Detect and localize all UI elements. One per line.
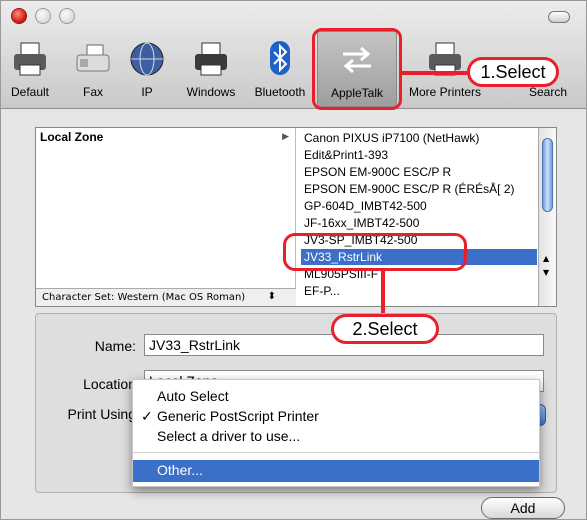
scroll-down-icon[interactable]: ▼ bbox=[543, 268, 549, 277]
bluetooth-icon bbox=[270, 41, 290, 75]
menu-item-label: Auto Select bbox=[157, 388, 229, 404]
print-using-label: Print Using bbox=[67, 406, 136, 422]
menu-item-auto-select[interactable]: Auto Select bbox=[133, 386, 539, 406]
annotation-ring-printer bbox=[283, 233, 467, 271]
printer-icon bbox=[14, 42, 46, 76]
toolbar-toggle-button[interactable] bbox=[548, 11, 570, 23]
add-button[interactable]: Add bbox=[481, 497, 565, 519]
annotation-step2: 2.Select bbox=[331, 314, 439, 344]
toolbar-bluetooth[interactable]: Bluetooth bbox=[247, 39, 313, 105]
zone-item[interactable]: Local Zone bbox=[40, 130, 103, 144]
printer-item[interactable]: Canon PIXUS iP7100 (NetHawk) bbox=[301, 130, 537, 146]
updown-icon: ⬍ bbox=[267, 291, 276, 302]
menu-item-select-driver[interactable]: Select a driver to use... bbox=[133, 426, 539, 446]
zone-column: Local Zone ▶ Character Set: Western (Mac… bbox=[36, 128, 296, 306]
menu-item-label: Generic PostScript Printer bbox=[157, 408, 319, 424]
annotation-ring-appletalk bbox=[312, 28, 402, 110]
toolbar-label: Default bbox=[10, 85, 50, 99]
print-using-menu: Auto Select ✓ Generic PostScript Printer… bbox=[132, 379, 540, 487]
zoom-button[interactable] bbox=[59, 8, 75, 24]
printer-item[interactable]: EPSON EM-900C ESC/P R (ÉRÉsÅ[ 2) bbox=[301, 181, 537, 197]
printer-column: Canon PIXUS iP7100 (NetHawk) Edit&Print1… bbox=[297, 128, 537, 306]
checkmark-icon: ✓ bbox=[141, 408, 153, 424]
fax-icon bbox=[76, 44, 110, 72]
menu-item-generic-postscript[interactable]: ✓ Generic PostScript Printer bbox=[133, 406, 539, 426]
toolbar-default[interactable]: Default bbox=[1, 39, 59, 105]
printer-item[interactable]: GP-604D_IMBT42-500 bbox=[301, 198, 537, 214]
charset-selector[interactable]: Character Set: Western (Mac OS Roman) ⬍ bbox=[36, 288, 296, 306]
menu-item-label: Other... bbox=[157, 462, 203, 478]
toolbar-label: Fax bbox=[82, 85, 103, 99]
toolbar-label: Windows bbox=[186, 85, 236, 99]
scroll-up-icon[interactable]: ▲ bbox=[543, 254, 549, 263]
name-label: Name: bbox=[94, 338, 136, 354]
scrollbar-thumb[interactable] bbox=[542, 138, 553, 212]
printer-item[interactable]: JF-16xx_IMBT42-500 bbox=[301, 215, 537, 231]
annotation-leader-line bbox=[401, 71, 475, 75]
toolbar: Default Fax IP Windows Bluetooth AppleTa… bbox=[1, 1, 586, 109]
charset-value: Western (Mac OS Roman) bbox=[117, 292, 246, 303]
menu-item-label: Select a driver to use... bbox=[157, 428, 301, 444]
toolbar-ip[interactable]: IP bbox=[123, 39, 171, 105]
printer-item[interactable]: EPSON EM-900C ESC/P R bbox=[301, 164, 537, 180]
annotation-leader-line bbox=[381, 269, 385, 315]
charset-label: Character Set: bbox=[42, 292, 115, 303]
printer-item[interactable]: Edit&Print1-393 bbox=[301, 147, 537, 163]
toolbar-label: Bluetooth bbox=[254, 85, 306, 99]
annotation-step1: 1.Select bbox=[467, 57, 559, 87]
location-label: Location bbox=[83, 376, 136, 392]
toolbar-windows[interactable]: Windows bbox=[177, 39, 245, 105]
menu-item-other[interactable]: Other... bbox=[133, 460, 539, 482]
printer-browser-window: Default Fax IP Windows Bluetooth AppleTa… bbox=[0, 0, 587, 520]
chevron-right-icon: ▶ bbox=[282, 132, 289, 142]
close-button[interactable] bbox=[11, 8, 27, 24]
menu-separator bbox=[133, 452, 539, 453]
globe-icon bbox=[130, 42, 164, 76]
printer-browser: Local Zone ▶ Character Set: Western (Mac… bbox=[35, 127, 557, 307]
toolbar-label: More Printers bbox=[408, 85, 482, 99]
toolbar-label: IP bbox=[141, 85, 153, 99]
toolbar-fax[interactable]: Fax bbox=[69, 39, 117, 105]
printer-item[interactable]: EF-P... bbox=[301, 283, 537, 299]
printer-icon bbox=[195, 42, 227, 76]
vertical-scrollbar[interactable]: ▲ ▼ bbox=[538, 128, 556, 306]
toolbar-label: Search bbox=[528, 85, 568, 99]
minimize-button[interactable] bbox=[35, 8, 51, 24]
